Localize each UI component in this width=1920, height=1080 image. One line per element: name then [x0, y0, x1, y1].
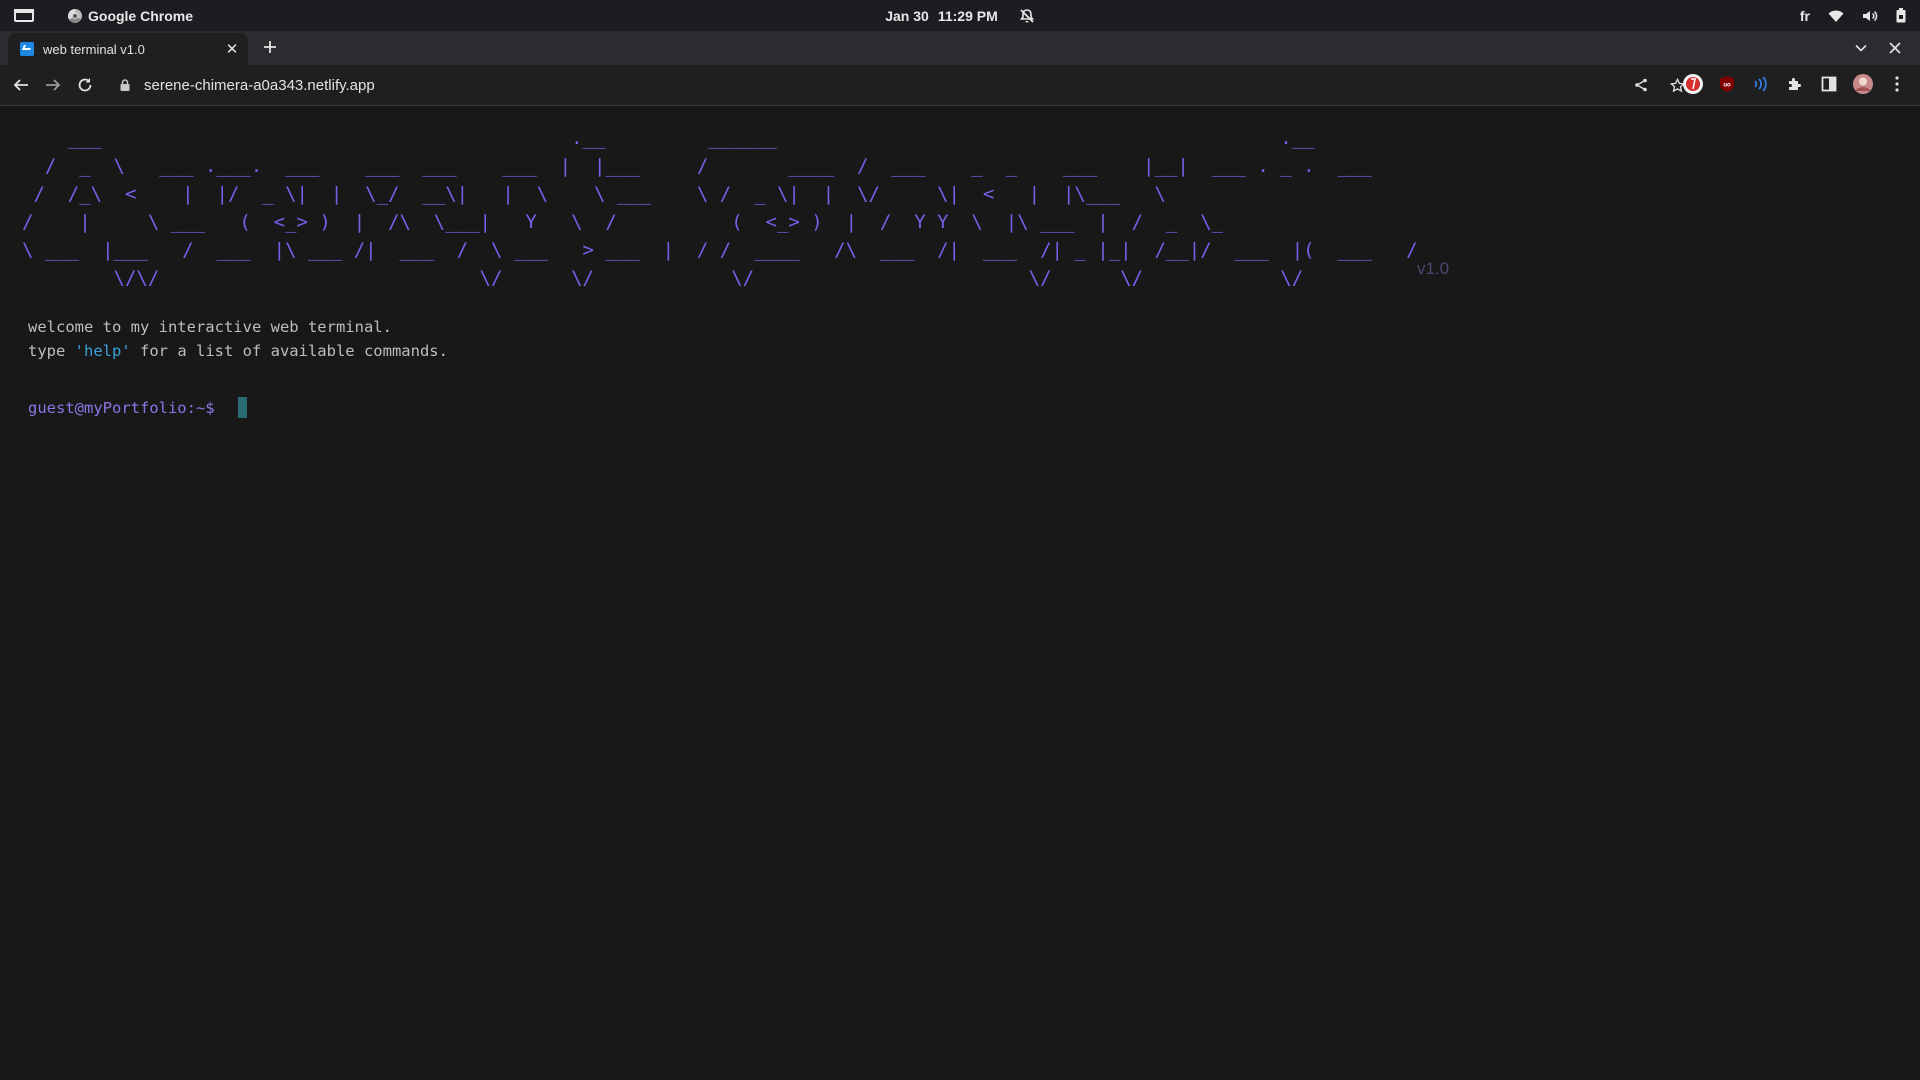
welcome-line: welcome to my interactive web terminal. [28, 318, 392, 336]
help-hint-line: type 'help' for a list of available comm… [28, 342, 448, 360]
help-hint-prefix: type [28, 342, 75, 360]
side-panel-icon[interactable] [1818, 73, 1840, 95]
tab-title: web terminal v1.0 [43, 41, 145, 57]
help-command-highlight: 'help' [74, 342, 131, 360]
tab-strip: web terminal v1.0 ✕ [0, 31, 1920, 65]
version-label: v1.0 [1417, 259, 1450, 278]
notifications-off-icon [1019, 8, 1035, 24]
url-text[interactable]: serene-chimera-a0a343.netlify.app [144, 77, 375, 94]
wifi-icon[interactable] [1828, 9, 1844, 23]
ublock-origin-icon[interactable]: uo [1716, 73, 1738, 95]
web-terminal[interactable]: ___ .__ ______ .__ / _ \ ___ .___. ___ _… [0, 106, 1920, 1080]
forward-button[interactable] [42, 74, 64, 96]
chrome-icon [68, 8, 82, 23]
read-aloud-icon[interactable] [1750, 73, 1772, 95]
keyboard-layout-label[interactable]: fr [1800, 8, 1810, 24]
time-label: 11:29 PM [937, 7, 998, 24]
reload-button[interactable] [74, 74, 96, 96]
prompt-line[interactable]: guest@myPortfolio:~$ [28, 397, 247, 418]
back-button[interactable] [10, 74, 32, 96]
tab-close-icon[interactable]: ✕ [224, 41, 240, 58]
shell-prompt: guest@myPortfolio:~$ [28, 398, 215, 417]
share-icon[interactable] [1630, 74, 1652, 96]
battery-icon[interactable] [1896, 8, 1906, 23]
tab-web-terminal[interactable]: web terminal v1.0 ✕ [8, 33, 248, 65]
date-label: Jan 30 [885, 7, 929, 24]
ascii-banner: ___ .__ ______ .__ / _ \ ___ .___. ___ _… [22, 127, 1418, 289]
browser-toolbar: serene-chimera-a0a343.netlify.app uo [0, 65, 1920, 106]
address-bar[interactable]: serene-chimera-a0a343.netlify.app [108, 70, 1688, 100]
extension-red-circle-icon[interactable] [1682, 73, 1704, 95]
terminal-favicon-icon [20, 42, 34, 56]
lock-icon[interactable] [120, 79, 130, 91]
svg-text:uo: uo [1723, 83, 1731, 89]
tab-search-chevron-icon[interactable] [1850, 37, 1872, 59]
clock[interactable]: Jan 30 11:29 PM [885, 8, 1035, 24]
launcher-icon[interactable] [14, 9, 34, 22]
window-close-button[interactable] [1884, 37, 1906, 59]
terminal-cursor[interactable] [237, 397, 247, 418]
profile-avatar[interactable] [1852, 73, 1874, 95]
active-app-name: Google Chrome [88, 7, 194, 24]
os-top-bar: Google Chrome Jan 30 11:29 PM fr [0, 0, 1920, 31]
new-tab-button[interactable] [258, 35, 282, 59]
chrome-menu-icon[interactable] [1886, 73, 1908, 95]
extensions-puzzle-icon[interactable] [1784, 73, 1806, 95]
help-hint-suffix: for a list of available commands. [130, 342, 448, 360]
volume-icon[interactable] [1862, 9, 1878, 23]
